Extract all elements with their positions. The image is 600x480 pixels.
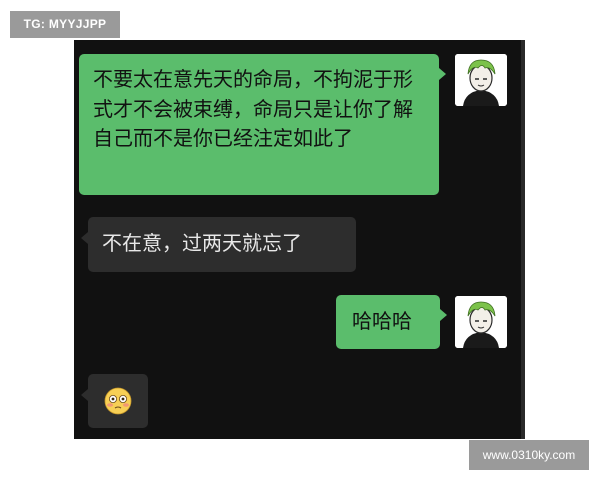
message-bubble-sent[interactable]: 哈哈哈 xyxy=(336,295,447,349)
tg-tag: TG: MYYJJPP xyxy=(10,11,120,38)
message-bubble-received[interactable]: 不在意，过两天就忘了 xyxy=(81,217,356,272)
message-bubble-received[interactable] xyxy=(81,374,148,428)
scrollbar[interactable] xyxy=(521,40,525,439)
chat-window: 不要太在意先天的命局，不拘泥于形式才不会被束缚，命局只是让你了解自己而不是你已经… xyxy=(74,40,525,439)
watermark: www.0310ky.com xyxy=(469,440,589,470)
message-text: 不在意，过两天就忘了 xyxy=(102,231,302,255)
avatar-icon xyxy=(455,296,507,348)
message-text: 不要太在意先天的命局，不拘泥于形式才不会被束缚，命局只是让你了解自己而不是你已经… xyxy=(93,67,413,150)
avatar[interactable] xyxy=(455,54,507,106)
message-bubble-sent[interactable]: 不要太在意先天的命局，不拘泥于形式才不会被束缚，命局只是让你了解自己而不是你已经… xyxy=(79,54,446,195)
avatar-icon xyxy=(455,54,507,106)
flushed-face-icon xyxy=(104,387,132,415)
avatar[interactable] xyxy=(455,296,507,348)
message-text: 哈哈哈 xyxy=(352,309,412,333)
